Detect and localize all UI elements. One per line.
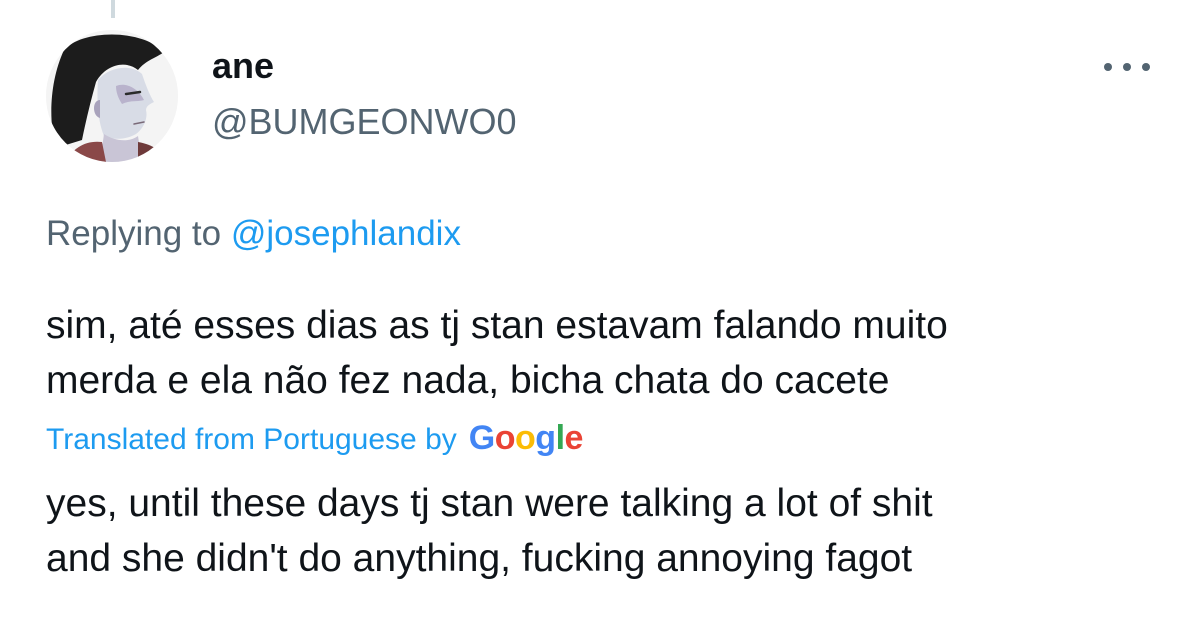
google-logo: Google <box>468 419 584 457</box>
translated-text-line: and she didn't do anything, fucking anno… <box>46 537 913 580</box>
thread-connector-line <box>111 0 115 18</box>
user-handle[interactable]: @BUMGEONWO0 <box>212 100 517 144</box>
avatar[interactable] <box>46 30 178 162</box>
reply-mention-link[interactable]: @josephlandix <box>231 214 461 253</box>
translation-label: Translated from Portuguese by <box>46 423 457 456</box>
more-horizontal-icon <box>1123 63 1131 71</box>
avatar-illustration <box>46 30 178 162</box>
more-horizontal-icon <box>1142 63 1150 71</box>
translated-text-line: yes, until these days tj stan were talki… <box>46 482 933 525</box>
tweet[interactable]: ane @BUMGEONWO0 Replying to @josephlandi… <box>0 0 1200 632</box>
replying-to-label: Replying to <box>46 214 222 253</box>
replying-to: Replying to @josephlandix <box>46 212 461 256</box>
display-name[interactable]: ane <box>212 44 274 88</box>
more-horizontal-icon <box>1104 63 1112 71</box>
translation-attribution[interactable]: Translated from Portuguese by Google <box>46 416 583 462</box>
tweet-text-line: sim, até esses dias as tj stan estavam f… <box>46 304 948 347</box>
tweet-text-line: merda e ela não fez nada, bicha chata do… <box>46 359 890 402</box>
tweet-text: sim, até esses dias as tj stan estavam f… <box>46 298 1166 408</box>
translated-tweet-text: yes, until these days tj stan were talki… <box>46 476 1166 586</box>
more-options-button[interactable] <box>1104 52 1150 82</box>
